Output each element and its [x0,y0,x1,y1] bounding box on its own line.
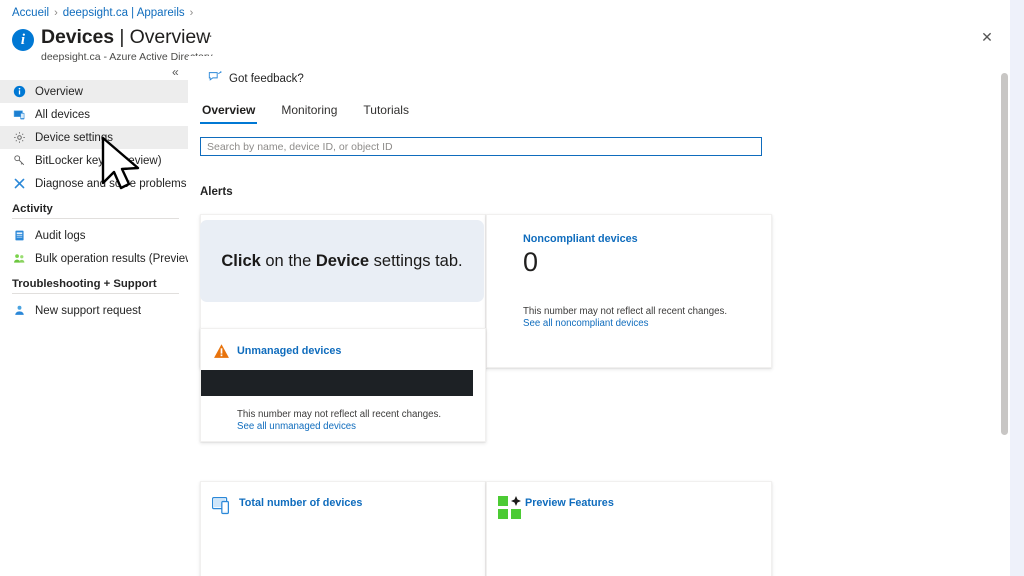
scrollbar-thumb[interactable] [1001,73,1008,435]
people-icon [12,252,26,266]
sidebar-item-label: Bulk operation results (Preview) [35,252,198,265]
callout-part-device: Device [315,251,370,270]
sidebar-item-audit-logs[interactable]: Audit logs [0,224,188,247]
sidebar-section-troubleshooting-header: Troubleshooting + Support [12,278,157,290]
card-preview-features[interactable]: Preview Features See all preview feature… [486,481,772,576]
warning-icon [213,343,230,365]
card-title[interactable]: Noncompliant devices [523,233,638,245]
page-header: i Devices | Overview deepsight.ca - Azur… [12,26,213,63]
card-title[interactable]: Total number of devices [239,497,362,509]
callout-part-settings-tab: settings tab. [369,251,463,270]
card-note: This number may not reflect all recent c… [523,306,728,317]
callout-part-on-the: on the [260,251,316,270]
card-value: 0 [523,247,539,277]
sidebar: Overview All devices Device settings Bit… [0,80,197,576]
scrollbar-track[interactable] [984,112,996,576]
app-root: Accueil › deepsight.ca | Appareils › i D… [0,0,1024,576]
more-options-icon[interactable]: ··· [196,28,214,43]
sidebar-item-label: Overview [35,85,83,98]
page-title: Devices | Overview [41,26,213,49]
callout-part-click: Click [221,251,261,270]
sidebar-divider [12,293,179,294]
collapse-sidebar-icon[interactable]: « [172,66,179,78]
instruction-callout-text: Click on the Device settings tab. [221,252,462,271]
portal-background-strip [1010,0,1024,576]
sidebar-section-activity-header: Activity [12,203,53,215]
monitor-icon [12,108,26,122]
search-input[interactable] [207,140,755,153]
tab-tutorials[interactable]: Tutorials [361,100,411,124]
breadcrumb-separator-icon: › [54,7,58,19]
sidebar-item-new-support-request[interactable]: New support request [0,299,188,322]
search-box[interactable] [200,137,762,156]
sidebar-item-label: All devices [35,108,90,121]
alerts-section-label: Alerts [200,186,233,198]
card-link[interactable]: See all noncompliant devices [523,318,727,329]
redaction-bar [201,370,473,396]
sidebar-item-all-devices[interactable]: All devices [0,103,188,126]
page-subtitle: deepsight.ca - Azure Active Directory [41,51,213,63]
tab-bar: Overview Monitoring Tutorials [200,100,411,124]
person-icon [12,304,26,318]
devices-icon [212,496,234,521]
breadcrumb-item-devices[interactable]: deepsight.ca | Appareils [63,7,185,19]
tab-overview[interactable]: Overview [200,100,257,124]
card-title[interactable]: Preview Features [525,497,614,509]
sidebar-item-diagnose[interactable]: Diagnose and solve problems [0,172,188,195]
info-icon [12,85,26,99]
card-total-number-of-devices[interactable]: Total number of devices This number may … [200,481,486,576]
sidebar-item-bitlocker-keys[interactable]: BitLocker keys (Preview) [0,149,188,172]
log-icon [12,229,26,243]
sidebar-item-label: New support request [35,304,142,317]
card-link[interactable]: See all unmanaged devices [237,421,441,432]
tab-monitoring[interactable]: Monitoring [279,100,339,124]
feedback-icon [208,70,222,87]
card-note: This number may not reflect all recent c… [237,409,442,420]
gear-icon [12,131,26,145]
sidebar-item-bulk-operation-results[interactable]: Bulk operation results (Preview) [0,247,197,270]
close-icon[interactable]: ✕ [977,27,997,47]
got-feedback-label: Got feedback? [229,72,304,85]
breadcrumb-item-home[interactable]: Accueil [12,7,49,19]
card-noncompliant-devices[interactable]: Noncompliant devices 0 This number may n… [486,214,772,368]
sidebar-item-overview[interactable]: Overview [0,80,188,103]
page-title-divider: | [114,26,130,48]
sidebar-item-device-settings[interactable]: Device settings [0,126,188,149]
sidebar-item-label: Audit logs [35,229,86,242]
got-feedback-button[interactable]: Got feedback? [208,70,304,87]
breadcrumb: Accueil › deepsight.ca | Appareils › [12,7,193,19]
card-unmanaged-devices[interactable]: Unmanaged devices This number may not re… [200,328,486,442]
instruction-callout: Click on the Device settings tab. [200,220,484,302]
card-title[interactable]: Unmanaged devices [237,345,341,357]
sidebar-divider [12,218,179,219]
wrench-icon [12,177,26,191]
breadcrumb-separator-icon-2: › [189,7,194,19]
main-content: Got feedback? Overview Monitoring Tutori… [188,56,1010,576]
info-icon: i [12,29,34,51]
page-title-bold: Devices [41,26,115,48]
mouse-cursor [100,136,146,192]
key-icon [12,154,26,168]
preview-features-icon [498,496,524,527]
